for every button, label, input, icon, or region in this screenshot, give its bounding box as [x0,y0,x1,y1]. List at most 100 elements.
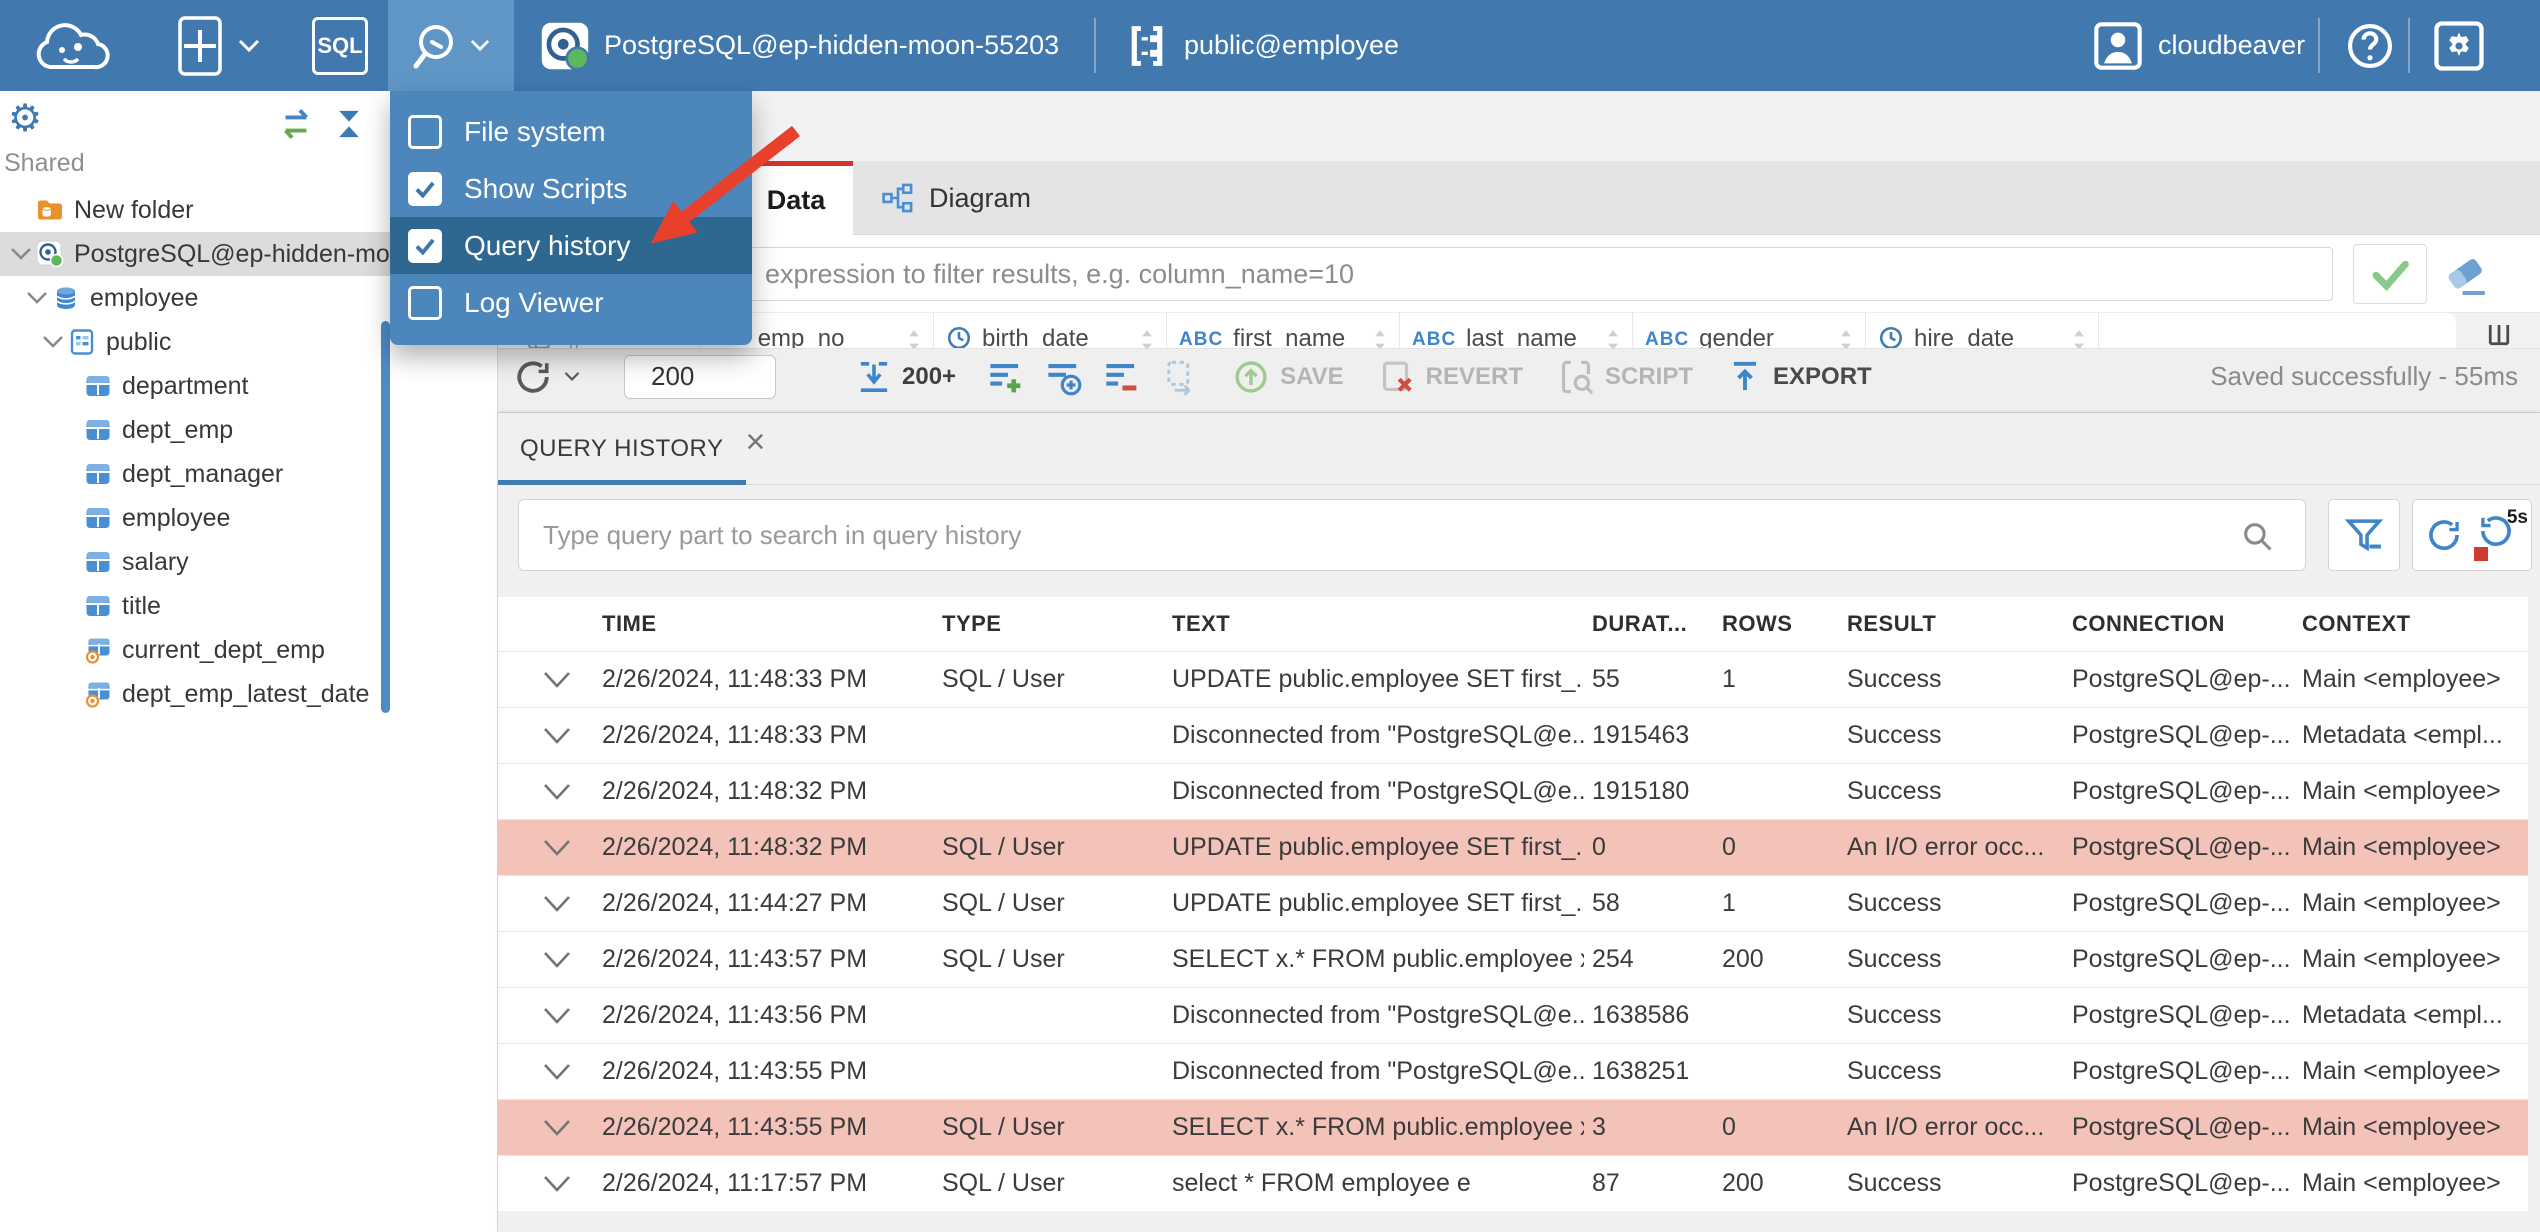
query-history-row[interactable]: 2/26/2024, 11:48:32 PM Disconnected from … [498,763,2528,819]
chevron-down-icon[interactable] [22,291,52,305]
checkbox-unchecked-icon[interactable] [408,285,442,320]
row-expander-icon[interactable] [498,783,594,801]
cell-duration: 1915180 [1592,777,1690,805]
sidebar-tree-item[interactable]: employee [0,496,497,540]
query-history-row[interactable]: 2/26/2024, 11:17:57 PM SQL / User select *… [498,1155,2528,1211]
tree-item-label: title [122,591,161,620]
sidebar-tree-item[interactable]: dept_emp_latest_date [0,672,497,716]
tree-scrollbar[interactable] [381,321,390,713]
schema-selector[interactable]: public@employee [1124,0,1399,91]
cell-type: SQL / User [942,889,1065,917]
chevron-down-icon[interactable] [6,247,36,261]
sync-connection-icon[interactable] [274,107,318,146]
checkbox-checked-icon[interactable] [408,171,442,206]
settings-button[interactable] [2432,0,2486,91]
query-history-column-header[interactable]: CONNECTION [2064,611,2294,637]
query-history-column-header[interactable]: ROWS [1714,611,1839,637]
query-history-column-header[interactable]: TYPE [934,611,1164,637]
help-button[interactable] [2344,0,2396,91]
cell-type: SQL / User [942,665,1065,693]
query-history-tab-bar: QUERY HISTORY × [498,413,2540,485]
query-history-row[interactable]: 2/26/2024, 11:48:33 PM SQL / User UPDATE p… [498,651,2528,707]
close-tab-icon[interactable]: × [745,425,765,459]
cell-result: Success [1847,665,1942,693]
sidebar-tree-item[interactable]: dept_manager [0,452,497,496]
query-history-row[interactable]: 2/26/2024, 11:43:55 PM Disconnected from … [498,1043,2528,1099]
query-history-column-header[interactable]: DURAT... [1584,611,1714,637]
tab-data[interactable]: Data [739,161,853,235]
new-connection-button[interactable] [176,0,260,91]
checkbox-checked-icon[interactable] [408,228,442,263]
filter-expression-input[interactable] [554,247,2333,301]
sidebar-tree-item[interactable]: title [0,584,497,628]
row-expander-icon[interactable] [498,727,594,745]
table-icon [84,592,112,620]
row-expander-icon[interactable] [498,671,594,689]
search-icon[interactable] [2240,519,2274,558]
row-expander-icon[interactable] [498,1119,594,1137]
schema-bracket-icon [1131,25,1163,66]
sidebar-settings-gear-icon[interactable]: ⚙ [8,99,42,137]
menu-item-label: Query history [464,229,631,261]
query-history-row[interactable]: 2/26/2024, 11:43:57 PM SQL / User SELECT x… [498,931,2528,987]
query-history-row[interactable]: 2/26/2024, 11:48:33 PM Disconnected from … [498,707,2528,763]
fetch-size-input[interactable] [624,354,776,399]
row-expander-icon[interactable] [498,1063,594,1081]
row-expander-icon[interactable] [498,1175,594,1193]
cell-context: Main <employee> [2302,1169,2501,1197]
sidebar-tree-item[interactable]: current_dept_emp [0,628,497,672]
menu-item-file-system[interactable]: File system [390,103,752,160]
cell-text: Disconnected from "PostgreSQL@e... [1172,777,1584,805]
query-history-search-input[interactable] [518,499,2306,571]
sidebar-tree-item[interactable]: department [0,364,497,408]
fetch-more-button[interactable]: 200+ [856,359,956,395]
menu-item-show-scripts[interactable]: Show Scripts [390,160,752,217]
query-history-column-header[interactable]: CONTEXT [2294,611,2528,637]
query-history-column-header[interactable]: TIME [594,611,934,637]
tab-query-history[interactable]: QUERY HISTORY × [498,413,765,485]
query-history-column-header[interactable]: TEXT [1164,611,1584,637]
refresh-results-button[interactable] [512,356,580,398]
tree-item-label: department [122,371,249,400]
refresh-icon[interactable] [2424,515,2464,555]
duplicate-disabled-button[interactable] [1160,358,1198,396]
collapse-all-icon[interactable] [330,107,368,146]
query-history-column-header[interactable]: RESULT [1839,611,2064,637]
delete-row-button[interactable] [1102,358,1140,396]
tab-diagram[interactable]: Diagram [853,161,1059,235]
cloudbeaver-logo[interactable] [24,0,116,91]
clear-filter-button[interactable] [2442,251,2490,299]
cell-connection: PostgreSQL@ep-... [2072,889,2291,917]
query-history-row-error[interactable]: 2/26/2024, 11:48:32 PM SQL / User UPDATE p… [498,819,2528,875]
query-history-filter-button[interactable] [2328,499,2400,571]
connection-name: PostgreSQL@ep-hidden-moon-55203 [604,30,1060,60]
add-row-button[interactable] [986,358,1024,396]
chevron-down-icon[interactable] [38,335,68,349]
row-expander-icon[interactable] [498,839,594,857]
sidebar-tree-item[interactable]: salary [0,540,497,584]
export-button[interactable]: EXPORT [1727,359,1872,395]
save-button[interactable]: SAVE [1232,358,1344,396]
cell-connection: PostgreSQL@ep-... [2072,945,2291,973]
connection-selector[interactable]: PostgreSQL@ep-hidden-moon-55203 [540,0,1059,91]
menu-item-query-history[interactable]: Query history [390,217,752,274]
row-expander-icon[interactable] [498,951,594,969]
menu-item-log-viewer[interactable]: Log Viewer [390,274,752,331]
row-expander-icon[interactable] [498,895,594,913]
auto-refresh-button[interactable]: 5s [2474,507,2528,561]
query-history-row[interactable]: 2/26/2024, 11:43:56 PM Disconnected from … [498,987,2528,1043]
query-history-row[interactable]: 2/26/2024, 11:44:27 PM SQL / User UPDATE p… [498,875,2528,931]
sql-editor-button[interactable]: SQL [312,0,368,91]
stop-auto-refresh-icon[interactable] [2474,547,2488,561]
sidebar-tree-item[interactable]: dept_emp [0,408,497,452]
checkbox-unchecked-icon[interactable] [408,114,442,149]
duplicate-row-button[interactable] [1044,358,1082,396]
query-history-row-error[interactable]: 2/26/2024, 11:43:55 PM SQL / User SELECT x… [498,1099,2528,1155]
apply-filter-button[interactable] [2353,244,2427,304]
revert-button[interactable]: REVERT [1378,358,1523,396]
diagram-icon [882,183,913,213]
script-button[interactable]: SCRIPT [1557,358,1693,396]
row-expander-icon[interactable] [498,1007,594,1025]
user-menu[interactable]: cloudbeaver [2092,0,2305,91]
tools-menu-button[interactable] [388,0,514,91]
